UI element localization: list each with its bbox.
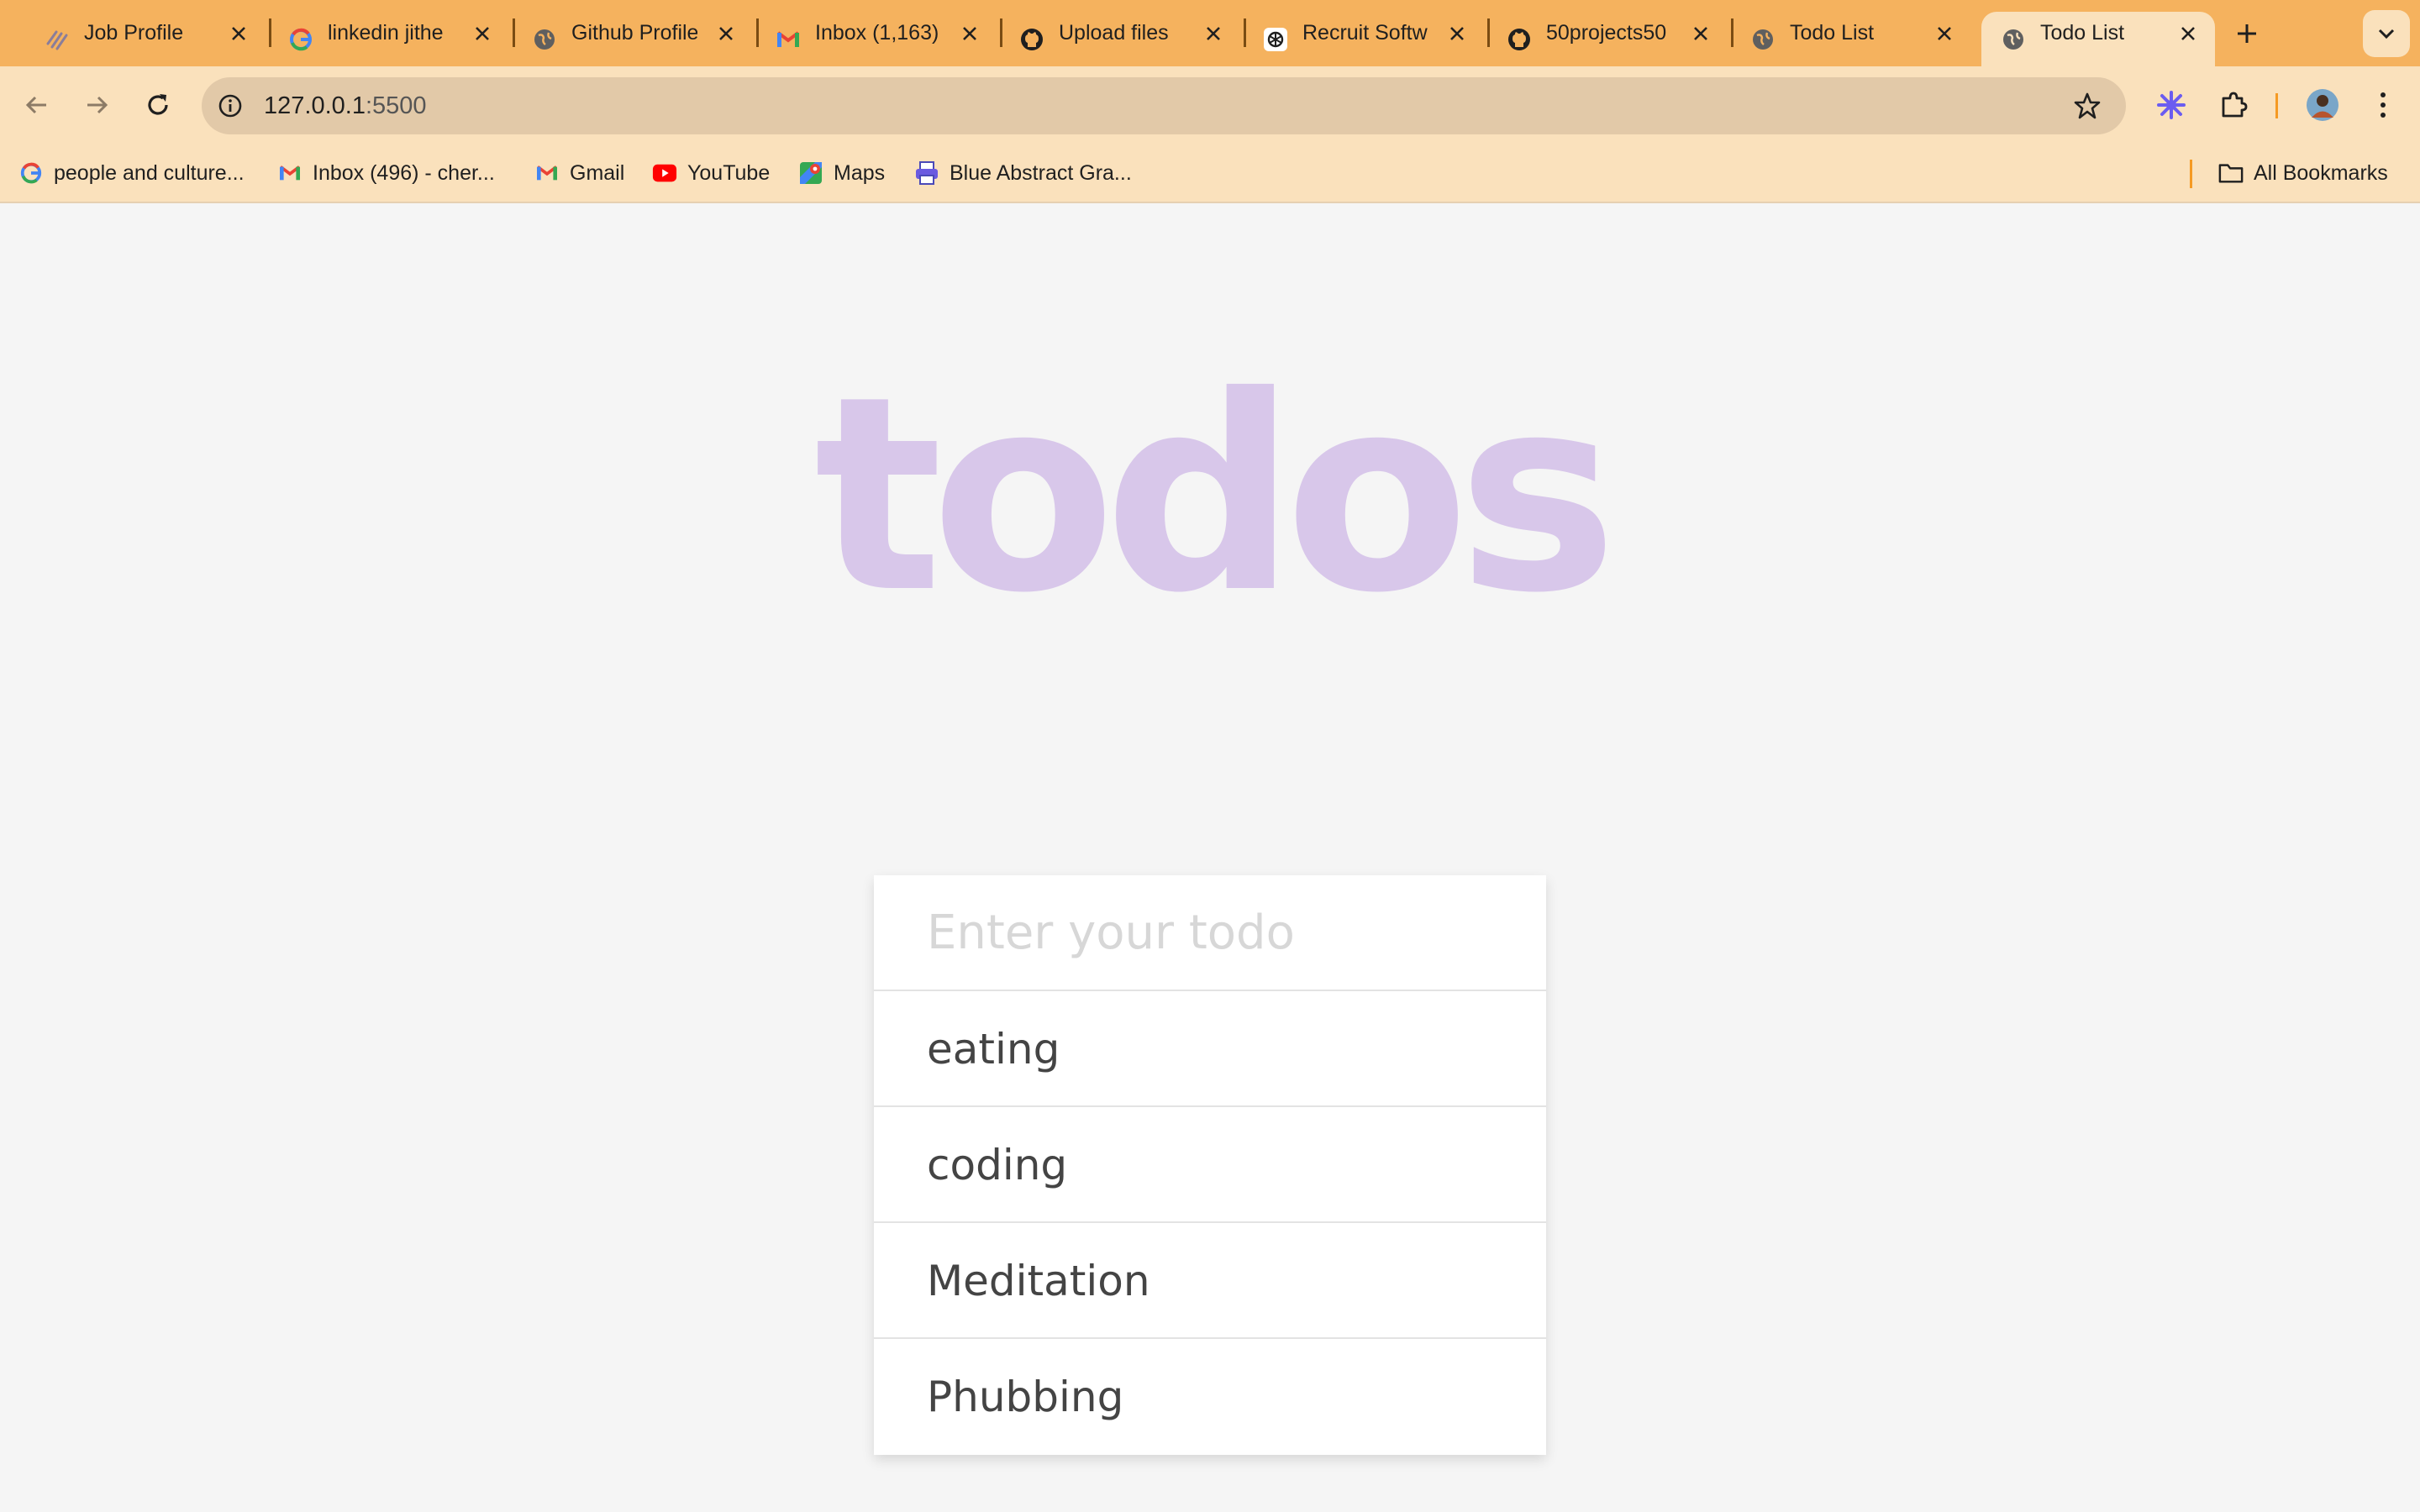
bookmark-item[interactable]: Inbox (496) - cher... — [277, 156, 495, 190]
close-icon[interactable] — [1689, 22, 1712, 45]
forward-button[interactable] — [76, 85, 117, 125]
todo-form: eating coding Meditation Phubbing — [874, 875, 1546, 1455]
tab-title: linkedin jithe — [328, 21, 444, 45]
bookmark-item[interactable]: people and culture... — [18, 156, 245, 190]
arrow-right-icon — [87, 96, 108, 114]
browser-tab-active[interactable]: Todo List — [1981, 12, 2215, 66]
bookmark-label: Inbox (496) - cher... — [313, 160, 495, 185]
tab-title: 50projects50 — [1546, 21, 1667, 45]
tab-title: Upload files — [1059, 21, 1169, 45]
bookmark-item[interactable]: Blue Abstract Gra... — [914, 156, 1132, 190]
url-text[interactable]: 127.0.0.1:5500 — [264, 77, 427, 134]
printer-icon — [914, 160, 939, 186]
bookmark-label: Blue Abstract Gra... — [950, 160, 1132, 185]
back-button[interactable] — [17, 85, 57, 125]
bookmark-label: Maps — [834, 160, 886, 185]
tab-search-button[interactable] — [2363, 10, 2410, 57]
close-icon[interactable] — [471, 22, 494, 45]
todo-item[interactable]: eating — [874, 991, 1546, 1107]
bookmark-label: Gmail — [570, 160, 625, 185]
extensions-puzzle-icon[interactable] — [2213, 85, 2254, 125]
gmail-icon — [775, 26, 802, 53]
tab-title: Todo List — [1790, 21, 1875, 45]
github-icon — [1506, 26, 1533, 53]
chevron-down-icon — [2378, 29, 2395, 39]
bookmark-label: YouTube — [687, 160, 771, 185]
browser-tab[interactable]: Upload files — [1000, 12, 1244, 66]
all-bookmarks-button[interactable]: All Bookmarks — [2218, 156, 2388, 190]
address-bar[interactable]: 127.0.0.1:5500 — [202, 77, 2126, 134]
reload-button[interactable] — [138, 85, 178, 125]
github-icon — [1018, 26, 1045, 53]
close-icon[interactable] — [2176, 22, 2200, 45]
recruit-logo-icon — [44, 26, 71, 53]
app-title: todos — [813, 339, 1618, 652]
folder-icon — [2218, 160, 2244, 186]
close-icon[interactable] — [714, 22, 738, 45]
browser-tab[interactable]: Inbox (1,163) — [756, 12, 1000, 66]
todo-input[interactable] — [874, 875, 1546, 991]
kebab-menu-icon[interactable] — [2363, 85, 2403, 125]
all-bookmarks-label: All Bookmarks — [2254, 160, 2388, 185]
browser-tab[interactable]: Recruit Softw — [1244, 12, 1487, 66]
url-host: 127.0.0.1 — [264, 92, 366, 119]
gmail-icon — [277, 160, 302, 186]
browser-tab[interactable]: Github Profile — [513, 12, 756, 66]
openai-icon — [1262, 26, 1289, 53]
site-info-icon[interactable] — [213, 89, 247, 123]
gmail-icon — [534, 160, 560, 186]
todo-item[interactable]: Meditation — [874, 1223, 1546, 1339]
bookmark-star-icon[interactable] — [2072, 91, 2102, 121]
todo-list: eating coding Meditation Phubbing — [874, 991, 1546, 1455]
youtube-icon — [652, 160, 677, 186]
browser-tab[interactable]: linkedin jithe — [269, 12, 513, 66]
close-icon[interactable] — [227, 22, 250, 45]
bookmark-item[interactable]: Maps — [798, 156, 885, 190]
bookmark-item[interactable]: YouTube — [652, 156, 770, 190]
todo-item[interactable]: coding — [874, 1107, 1546, 1223]
tab-title: Job Profile — [84, 21, 184, 45]
toolbar-divider — [2275, 93, 2278, 118]
extension-asterisk-icon[interactable] — [2151, 85, 2191, 125]
google-g-icon — [287, 26, 314, 53]
bookmarks-bar: people and culture... Inbox (496) - cher… — [0, 144, 2420, 203]
close-icon[interactable] — [1445, 22, 1469, 45]
reload-icon — [148, 94, 168, 115]
globe-icon — [1749, 26, 1776, 53]
todo-item[interactable]: Phubbing — [874, 1339, 1546, 1455]
browser-tab[interactable]: Job Profile — [25, 12, 269, 66]
browser-toolbar: 127.0.0.1:5500 — [0, 66, 2420, 144]
browser-tab[interactable]: 50projects50 — [1487, 12, 1731, 66]
arrow-left-icon — [25, 96, 46, 114]
maps-icon — [798, 160, 823, 186]
globe-icon — [2000, 26, 2027, 53]
tab-title: Inbox (1,163) — [815, 21, 939, 45]
browser-tab[interactable]: Todo List — [1731, 12, 1975, 66]
tab-title: Github Profile — [571, 21, 697, 45]
close-icon[interactable] — [1202, 22, 1225, 45]
globe-icon — [531, 26, 558, 53]
close-icon[interactable] — [958, 22, 981, 45]
bookmark-item[interactable]: Gmail — [534, 156, 624, 190]
url-port: :5500 — [365, 92, 427, 119]
google-g-icon — [18, 160, 44, 186]
bookmark-label: people and culture... — [54, 160, 245, 185]
close-icon[interactable] — [1933, 22, 1956, 45]
bookmarks-divider — [2190, 160, 2192, 188]
tab-title: Recruit Softw — [1302, 21, 1428, 45]
plus-icon — [2238, 24, 2256, 43]
tab-title: Todo List — [2040, 21, 2125, 45]
avatar[interactable] — [2302, 85, 2343, 125]
new-tab-button[interactable] — [2228, 17, 2265, 50]
tab-strip: Job Profile linkedin jithe Github Profil… — [0, 0, 2420, 66]
